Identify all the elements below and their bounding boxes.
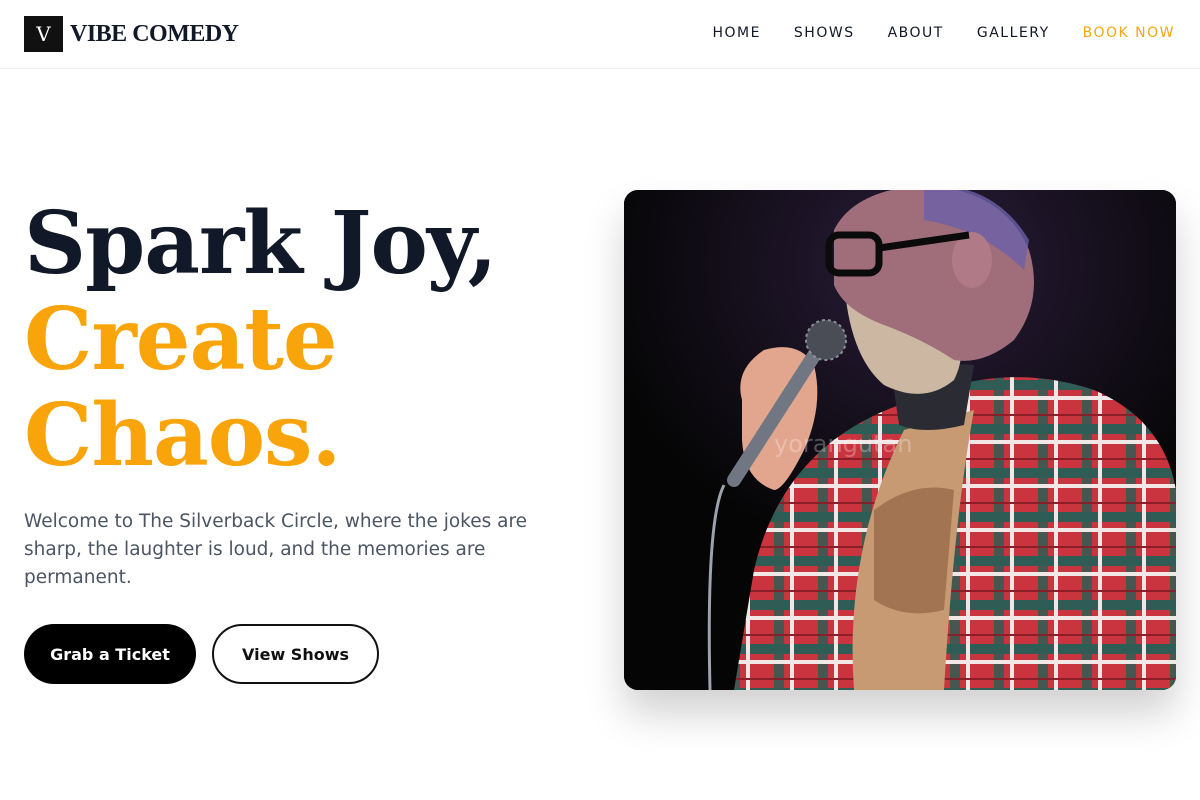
view-shows-button[interactable]: View Shows [212,624,379,684]
logo-mark: V [24,16,63,52]
nav-about[interactable]: ABOUT [888,24,944,42]
nav-shows[interactable]: SHOWS [794,24,855,42]
headline-line-1: Spark Joy, [24,193,498,294]
hero-lead-text: Welcome to The Silverback Circle, where … [24,511,528,588]
logo[interactable]: V VIBE COMEDY [24,16,239,52]
photo-watermark: yorangutan [774,430,913,458]
nav-gallery[interactable]: GALLERY [977,24,1050,42]
hero-photo: yorangutan [624,190,1176,690]
logo-text: VIBE COMEDY [70,21,239,47]
headline-line-3: Chaos. [24,385,341,486]
grab-ticket-button[interactable]: Grab a Ticket [24,624,196,684]
hero-headline: Spark Joy, Create Chaos. [24,193,498,486]
headline-line-2: Create [24,289,338,390]
nav-book-now[interactable]: BOOK NOW [1083,24,1175,42]
site-header: V VIBE COMEDY HOME SHOWS ABOUT GALLERY B… [0,0,1200,69]
nav-home[interactable]: HOME [712,24,760,42]
main-nav: HOME SHOWS ABOUT GALLERY BOOK NOW [679,24,1175,42]
